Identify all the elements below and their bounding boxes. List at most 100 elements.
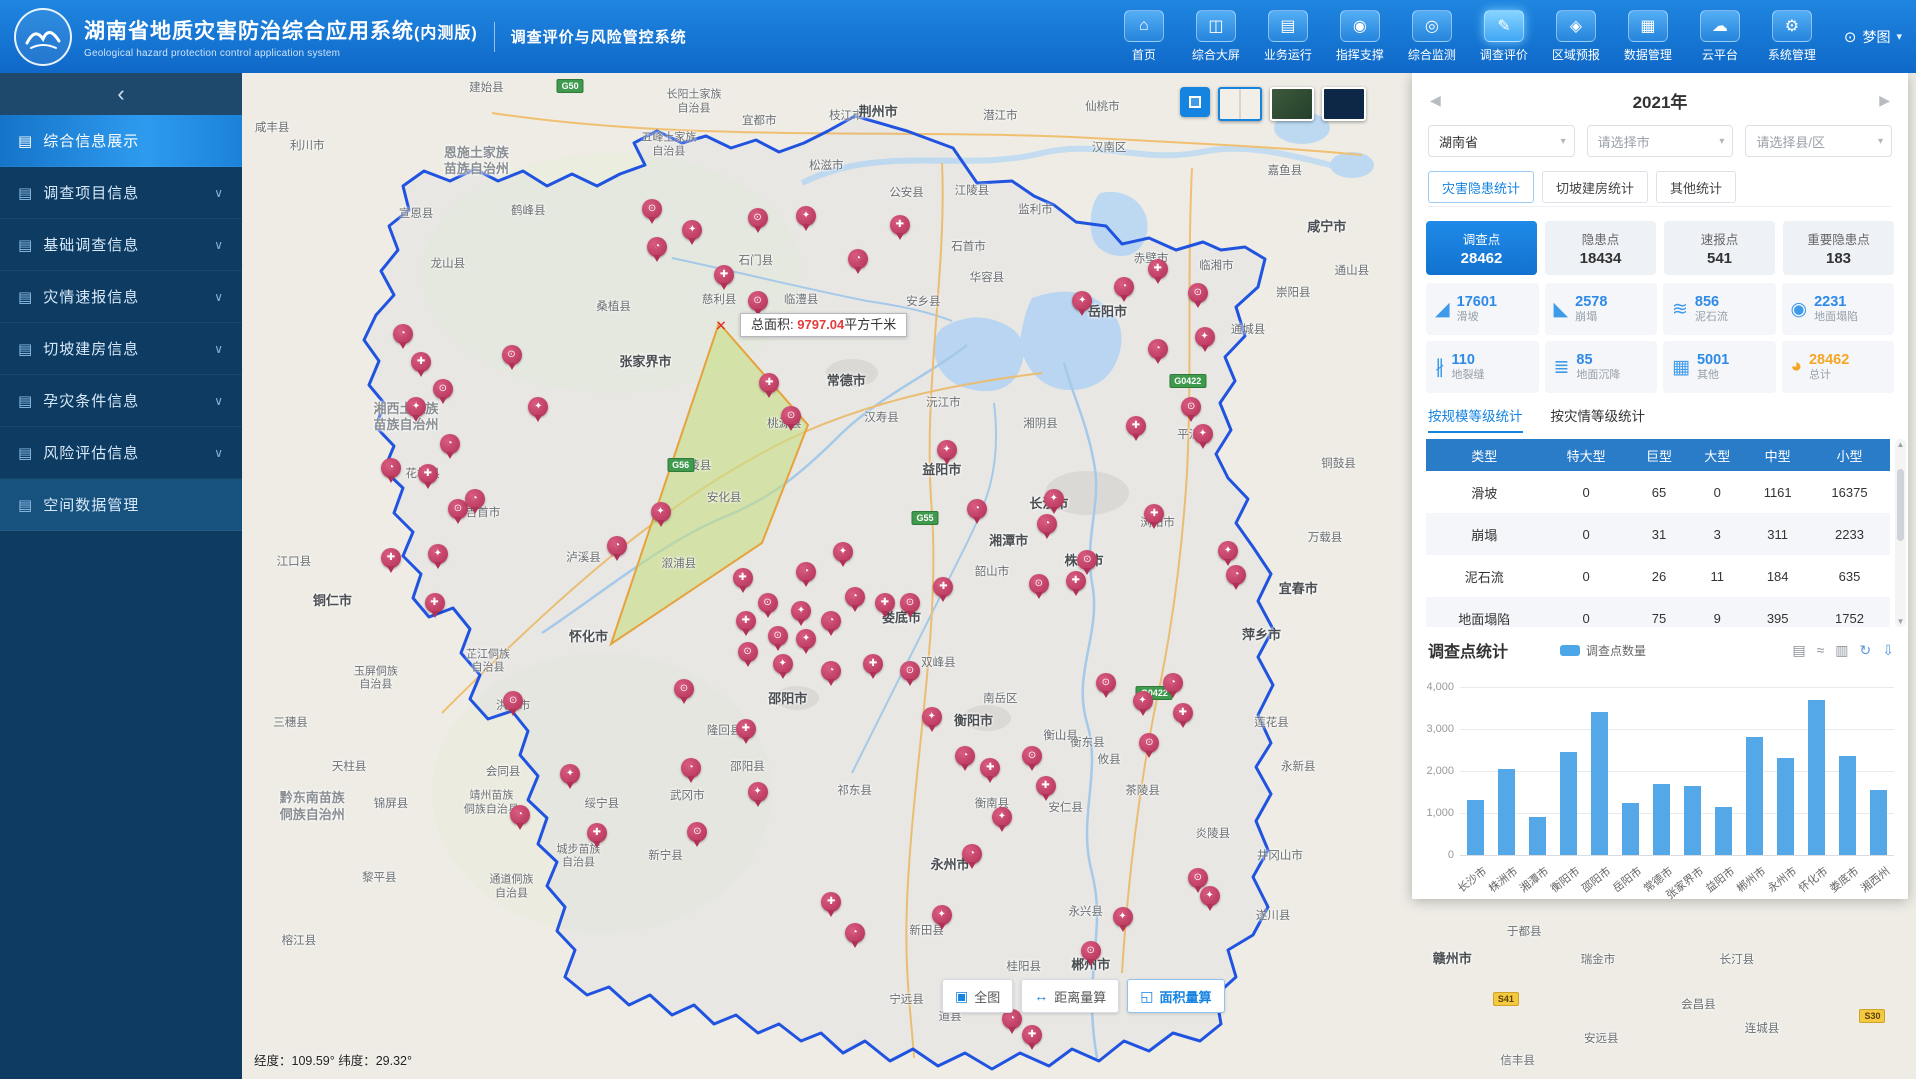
hazard-point-marker[interactable]: ⊙ <box>900 661 920 681</box>
tab-slope-house[interactable]: 切坡建房统计 <box>1542 171 1648 203</box>
hazard-point-marker[interactable]: ✚ <box>875 593 895 613</box>
hazard-point-marker[interactable]: ✦ <box>428 544 448 564</box>
hazard-point-marker[interactable]: ⊙ <box>738 642 758 662</box>
nav-item-home[interactable]: ⌂首页 <box>1110 10 1178 63</box>
hazard-point-marker[interactable]: ✦ <box>937 440 957 460</box>
nav-item-survey-eval[interactable]: ✎调查评价 <box>1470 10 1538 63</box>
region-select-county[interactable]: 请选择县/区▾ <box>1745 125 1892 157</box>
hazard-point-marker[interactable]: ⊙ <box>748 291 768 311</box>
hazard-point-marker[interactable]: ⊙ <box>748 208 768 228</box>
type-stat-ground-fissure[interactable]: ∦110地裂缝 <box>1426 341 1539 393</box>
hazard-point-marker[interactable]: ⊙ <box>1081 941 1101 961</box>
basemap-dark-thumbnail[interactable] <box>1322 87 1366 121</box>
hazard-point-marker[interactable]: ⊙ <box>1029 574 1049 594</box>
nav-item-data-mgmt[interactable]: ▦数据管理 <box>1614 10 1682 63</box>
hazard-point-marker[interactable]: ◔ <box>681 758 701 778</box>
hazard-point-marker[interactable]: ✚ <box>381 548 401 568</box>
hazard-point-marker[interactable]: ◔ <box>607 536 627 556</box>
sidebar-item-survey-projects[interactable]: ▤调查项目信息∨ <box>0 167 242 219</box>
nav-item-monitoring[interactable]: ◎综合监测 <box>1398 10 1466 63</box>
nav-item-big-screen[interactable]: ◫综合大屏 <box>1182 10 1250 63</box>
table-scrollbar[interactable]: ▲ ▼ <box>1895 439 1906 627</box>
type-stat-ground-subsidence[interactable]: ≣85地面沉降 <box>1545 341 1658 393</box>
scroll-up-icon[interactable]: ▲ <box>1895 440 1906 449</box>
stat-card-report-points[interactable]: 速报点541 <box>1664 221 1775 275</box>
hazard-point-marker[interactable]: ✦ <box>748 782 768 802</box>
hazard-point-marker[interactable]: ✚ <box>587 823 607 843</box>
hazard-point-marker[interactable]: ⊙ <box>1188 868 1208 888</box>
hazard-point-marker[interactable]: ◔ <box>440 434 460 454</box>
hazard-point-marker[interactable]: ⊙ <box>642 199 662 219</box>
type-stat-ground-collapse[interactable]: ◉2231地面塌陷 <box>1782 283 1895 335</box>
hazard-point-marker[interactable]: ✚ <box>733 568 753 588</box>
hazard-point-marker[interactable]: ✚ <box>863 654 883 674</box>
hazard-point-marker[interactable]: ✦ <box>1113 907 1133 927</box>
stat-card-survey-points[interactable]: 调查点28462 <box>1426 221 1537 275</box>
sidebar-item-overview[interactable]: ▤综合信息展示 <box>0 115 242 167</box>
prev-year-button[interactable]: ◀ <box>1430 92 1441 109</box>
hazard-point-marker[interactable]: ✦ <box>1218 541 1238 561</box>
nav-item-cloud[interactable]: ☁云平台 <box>1686 10 1754 63</box>
hazard-point-marker[interactable]: ✚ <box>736 719 756 739</box>
hazard-point-marker[interactable]: ✦ <box>1200 886 1220 906</box>
hazard-point-marker[interactable]: ◔ <box>967 499 987 519</box>
type-stat-collapse[interactable]: ◣2578崩塌 <box>1545 283 1658 335</box>
sidebar-item-risk-assessment[interactable]: ▤风险评估信息∨ <box>0 427 242 479</box>
data-view-icon[interactable]: ▤ <box>1792 642 1805 659</box>
nav-item-business[interactable]: ▤业务运行 <box>1254 10 1322 63</box>
hazard-point-marker[interactable]: ⊙ <box>674 679 694 699</box>
hazard-point-marker[interactable]: ✦ <box>992 807 1012 827</box>
hazard-point-marker[interactable]: ✦ <box>796 206 816 226</box>
hazard-point-marker[interactable]: ✚ <box>1144 504 1164 524</box>
hazard-point-marker[interactable]: ✚ <box>1148 259 1168 279</box>
stat-card-hazard-points[interactable]: 隐患点18434 <box>1545 221 1656 275</box>
type-stat-landslide[interactable]: ◢17601滑坡 <box>1426 283 1539 335</box>
basemap-vector-thumbnail[interactable] <box>1218 87 1262 121</box>
hazard-point-marker[interactable]: ✦ <box>1195 327 1215 347</box>
tab-by-scale[interactable]: 按规模等级统计 <box>1428 405 1523 433</box>
hazard-point-marker[interactable]: ⊙ <box>433 379 453 399</box>
tab-hazard[interactable]: 灾害隐患统计 <box>1428 171 1534 203</box>
stat-card-important-hazard-points[interactable]: 重要隐患点183 <box>1783 221 1894 275</box>
hazard-point-marker[interactable]: ⊙ <box>768 626 788 646</box>
type-stat-other[interactable]: ▦5001其他 <box>1663 341 1776 393</box>
hazard-point-marker[interactable]: ◔ <box>821 661 841 681</box>
hazard-point-marker[interactable]: ◔ <box>1163 673 1183 693</box>
sidebar-item-basic-survey[interactable]: ▤基础调查信息∨ <box>0 219 242 271</box>
scrollbar-thumb[interactable] <box>1897 469 1904 541</box>
sidebar-item-spatial-data[interactable]: ▤空间数据管理 <box>0 479 242 531</box>
hazard-point-marker[interactable]: ◔ <box>845 587 865 607</box>
sidebar-collapse-button[interactable]: ‹ <box>0 73 242 115</box>
hazard-point-marker[interactable]: ✦ <box>922 707 942 727</box>
measure-area-button[interactable]: ◱面积量算 <box>1127 979 1224 1013</box>
hazard-point-marker[interactable]: ◔ <box>510 805 530 825</box>
hazard-point-marker[interactable]: ✚ <box>890 215 910 235</box>
scroll-down-icon[interactable]: ▼ <box>1895 617 1906 626</box>
layer-toggle-button[interactable] <box>1180 87 1210 117</box>
nav-item-forecast[interactable]: ◈区域预报 <box>1542 10 1610 63</box>
hazard-point-marker[interactable]: ✚ <box>411 352 431 372</box>
next-year-button[interactable]: ▶ <box>1879 92 1890 109</box>
hazard-point-marker[interactable]: ✦ <box>773 654 793 674</box>
measure-distance-button[interactable]: ↔距离量算 <box>1021 979 1119 1013</box>
hazard-point-marker[interactable]: ✚ <box>1173 703 1193 723</box>
hazard-point-marker[interactable]: ✦ <box>1133 691 1153 711</box>
hazard-point-marker[interactable]: ⊙ <box>758 593 778 613</box>
hazard-point-marker[interactable]: ◔ <box>962 844 982 864</box>
hazard-point-marker[interactable]: ✦ <box>833 542 853 562</box>
sidebar-item-hazard-conditions[interactable]: ▤孕灾条件信息∨ <box>0 375 242 427</box>
type-stat-debris-flow[interactable]: ≋856泥石流 <box>1663 283 1776 335</box>
hazard-point-marker[interactable]: ✚ <box>425 593 445 613</box>
hazard-point-marker[interactable]: ◔ <box>465 489 485 509</box>
user-menu[interactable]: ⊙ 梦图 ▾ <box>1844 27 1902 47</box>
basemap-satellite-thumbnail[interactable] <box>1270 87 1314 121</box>
download-icon[interactable]: ⇩ <box>1882 642 1894 659</box>
region-select-city[interactable]: 请选择市▾ <box>1587 125 1734 157</box>
hazard-point-marker[interactable]: ◔ <box>1148 339 1168 359</box>
hazard-point-marker[interactable]: ⊙ <box>687 822 707 842</box>
nav-item-command[interactable]: ◉指挥支撑 <box>1326 10 1394 63</box>
sidebar-item-disaster-report[interactable]: ▤灾情速报信息∨ <box>0 271 242 323</box>
hazard-point-marker[interactable]: ✦ <box>1044 489 1064 509</box>
hazard-point-marker[interactable]: ⊙ <box>502 345 522 365</box>
hazard-point-marker[interactable]: ✚ <box>1126 416 1146 436</box>
